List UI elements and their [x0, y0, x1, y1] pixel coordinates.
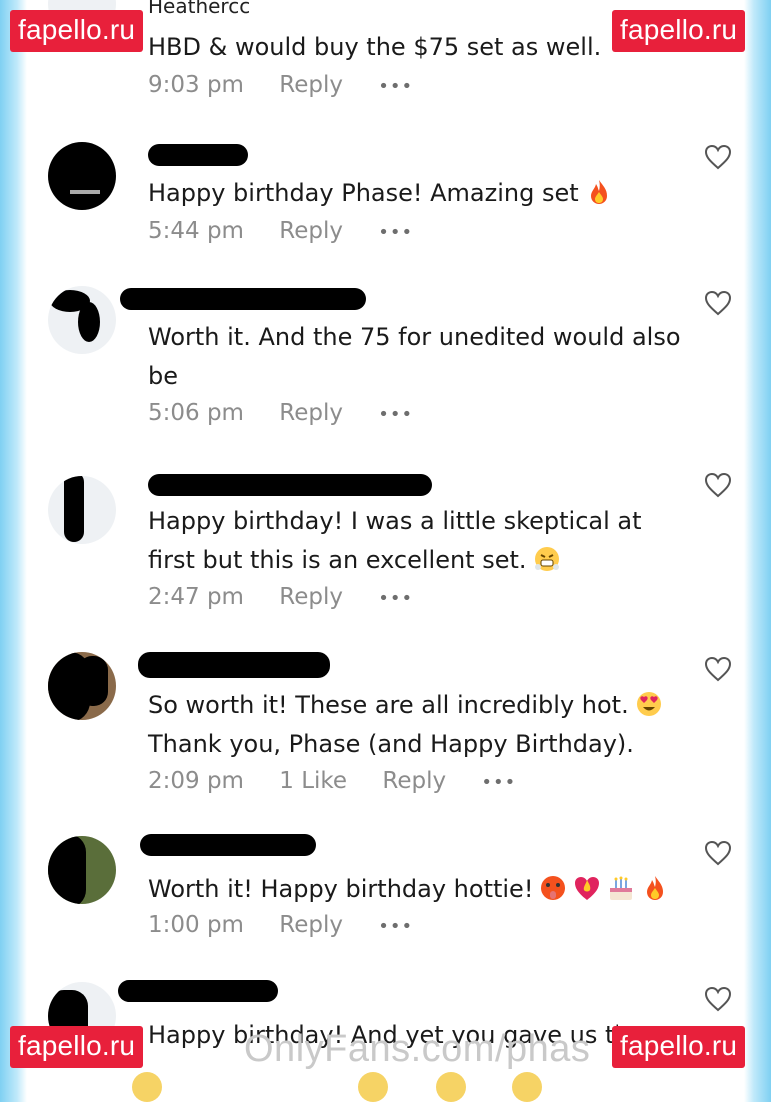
- like-heart-icon[interactable]: [704, 290, 732, 316]
- steam-face-emoji: [533, 545, 561, 573]
- likes-count[interactable]: 1 Like: [279, 768, 347, 794]
- more-options-icon[interactable]: •••: [378, 916, 413, 937]
- watermark-logo: fapello.ru: [612, 10, 746, 52]
- reply-button[interactable]: Reply: [382, 768, 446, 794]
- like-heart-icon[interactable]: [704, 472, 732, 498]
- emoji-reaction-icon[interactable]: [436, 1072, 466, 1102]
- avatar[interactable]: [48, 286, 116, 354]
- comment-text-body: Happy birthday Phase! Amazing set: [148, 179, 579, 207]
- comments-screen: Heathercc HBD & would buy the $75 set as…: [0, 0, 771, 1102]
- reply-button[interactable]: Reply: [279, 218, 343, 244]
- comment-text-body: Worth it! Happy birthday hottie!: [148, 875, 534, 903]
- comment-meta: 2:47 pm Reply •••: [148, 584, 441, 610]
- avatar[interactable]: [48, 836, 116, 904]
- emoji-reaction-icon[interactable]: [358, 1072, 388, 1102]
- comment-text: HBD & would buy the $75 set as well.: [148, 33, 602, 61]
- more-options-icon[interactable]: •••: [378, 588, 413, 609]
- emoji-reaction-icon[interactable]: [132, 1072, 162, 1102]
- comment-time: 2:09 pm: [148, 768, 244, 794]
- commenter-name[interactable]: Heathercc: [148, 0, 250, 18]
- comment-time: 9:03 pm: [148, 72, 244, 98]
- comment-text-line-2: Thank you, Phase (and Happy Birthday).: [148, 729, 634, 758]
- fire-emoji: [585, 178, 613, 206]
- heart-eyes-emoji: [635, 690, 663, 718]
- more-options-icon[interactable]: •••: [481, 772, 516, 793]
- emoji-reaction-bar: [0, 1066, 771, 1102]
- reply-button[interactable]: Reply: [279, 72, 343, 98]
- name-redaction: [148, 474, 432, 496]
- name-redaction: [140, 834, 316, 856]
- watermark-logo: fapello.ru: [10, 10, 144, 52]
- name-redaction: [138, 652, 330, 678]
- comment-text-body: So worth it! These are all incredibly ho…: [148, 691, 629, 719]
- comment-time: 2:47 pm: [148, 584, 244, 610]
- comment-meta: 1:00 pm Reply •••: [148, 912, 441, 938]
- reply-button[interactable]: Reply: [279, 912, 343, 938]
- name-redaction: [118, 980, 278, 1002]
- birthday-cake-emoji: [607, 874, 635, 902]
- avatar[interactable]: [48, 142, 116, 210]
- like-heart-icon[interactable]: [704, 144, 732, 170]
- hot-face-emoji: [539, 874, 567, 902]
- avatar[interactable]: [48, 652, 116, 720]
- onlyfans-watermark: OnlyFans.com/phas: [244, 1028, 591, 1070]
- comment-time: 5:06 pm: [148, 400, 244, 426]
- watermark-logo: fapello.ru: [612, 1026, 746, 1068]
- comment-text: Worth it! Happy birthday hottie!: [148, 870, 688, 909]
- fire-emoji: [641, 874, 669, 902]
- comment-text: Happy birthday! I was a little skeptical…: [148, 502, 688, 579]
- like-heart-icon[interactable]: [704, 656, 732, 682]
- comment-text-body: Happy birthday! I was a little skeptical…: [148, 507, 642, 574]
- emoji-reaction-icon[interactable]: [512, 1072, 542, 1102]
- heart-on-fire-emoji: [573, 874, 601, 902]
- reply-button[interactable]: Reply: [279, 584, 343, 610]
- comment-text: So worth it! These are all incredibly ho…: [148, 686, 688, 763]
- avatar[interactable]: [48, 476, 116, 544]
- comment-meta: 5:44 pm Reply •••: [148, 218, 441, 244]
- like-heart-icon[interactable]: [704, 986, 732, 1012]
- watermark-logo: fapello.ru: [10, 1026, 144, 1068]
- more-options-icon[interactable]: •••: [378, 222, 413, 243]
- like-heart-icon[interactable]: [704, 840, 732, 866]
- comment-text: Happy birthday Phase! Amazing set: [148, 174, 688, 213]
- more-options-icon[interactable]: •••: [378, 76, 413, 97]
- reply-button[interactable]: Reply: [279, 400, 343, 426]
- comment-meta: 9:03 pm Reply •••: [148, 72, 441, 98]
- comment-time: 5:44 pm: [148, 218, 244, 244]
- more-options-icon[interactable]: •••: [378, 404, 413, 425]
- comment-text: Worth it. And the 75 for unedited would …: [148, 323, 681, 390]
- comment-meta: 5:06 pm Reply •••: [148, 400, 441, 426]
- name-redaction: [120, 288, 366, 310]
- comment-time: 1:00 pm: [148, 912, 244, 938]
- comment-meta: 2:09 pm 1 Like Reply •••: [148, 768, 544, 794]
- name-redaction: [148, 144, 248, 166]
